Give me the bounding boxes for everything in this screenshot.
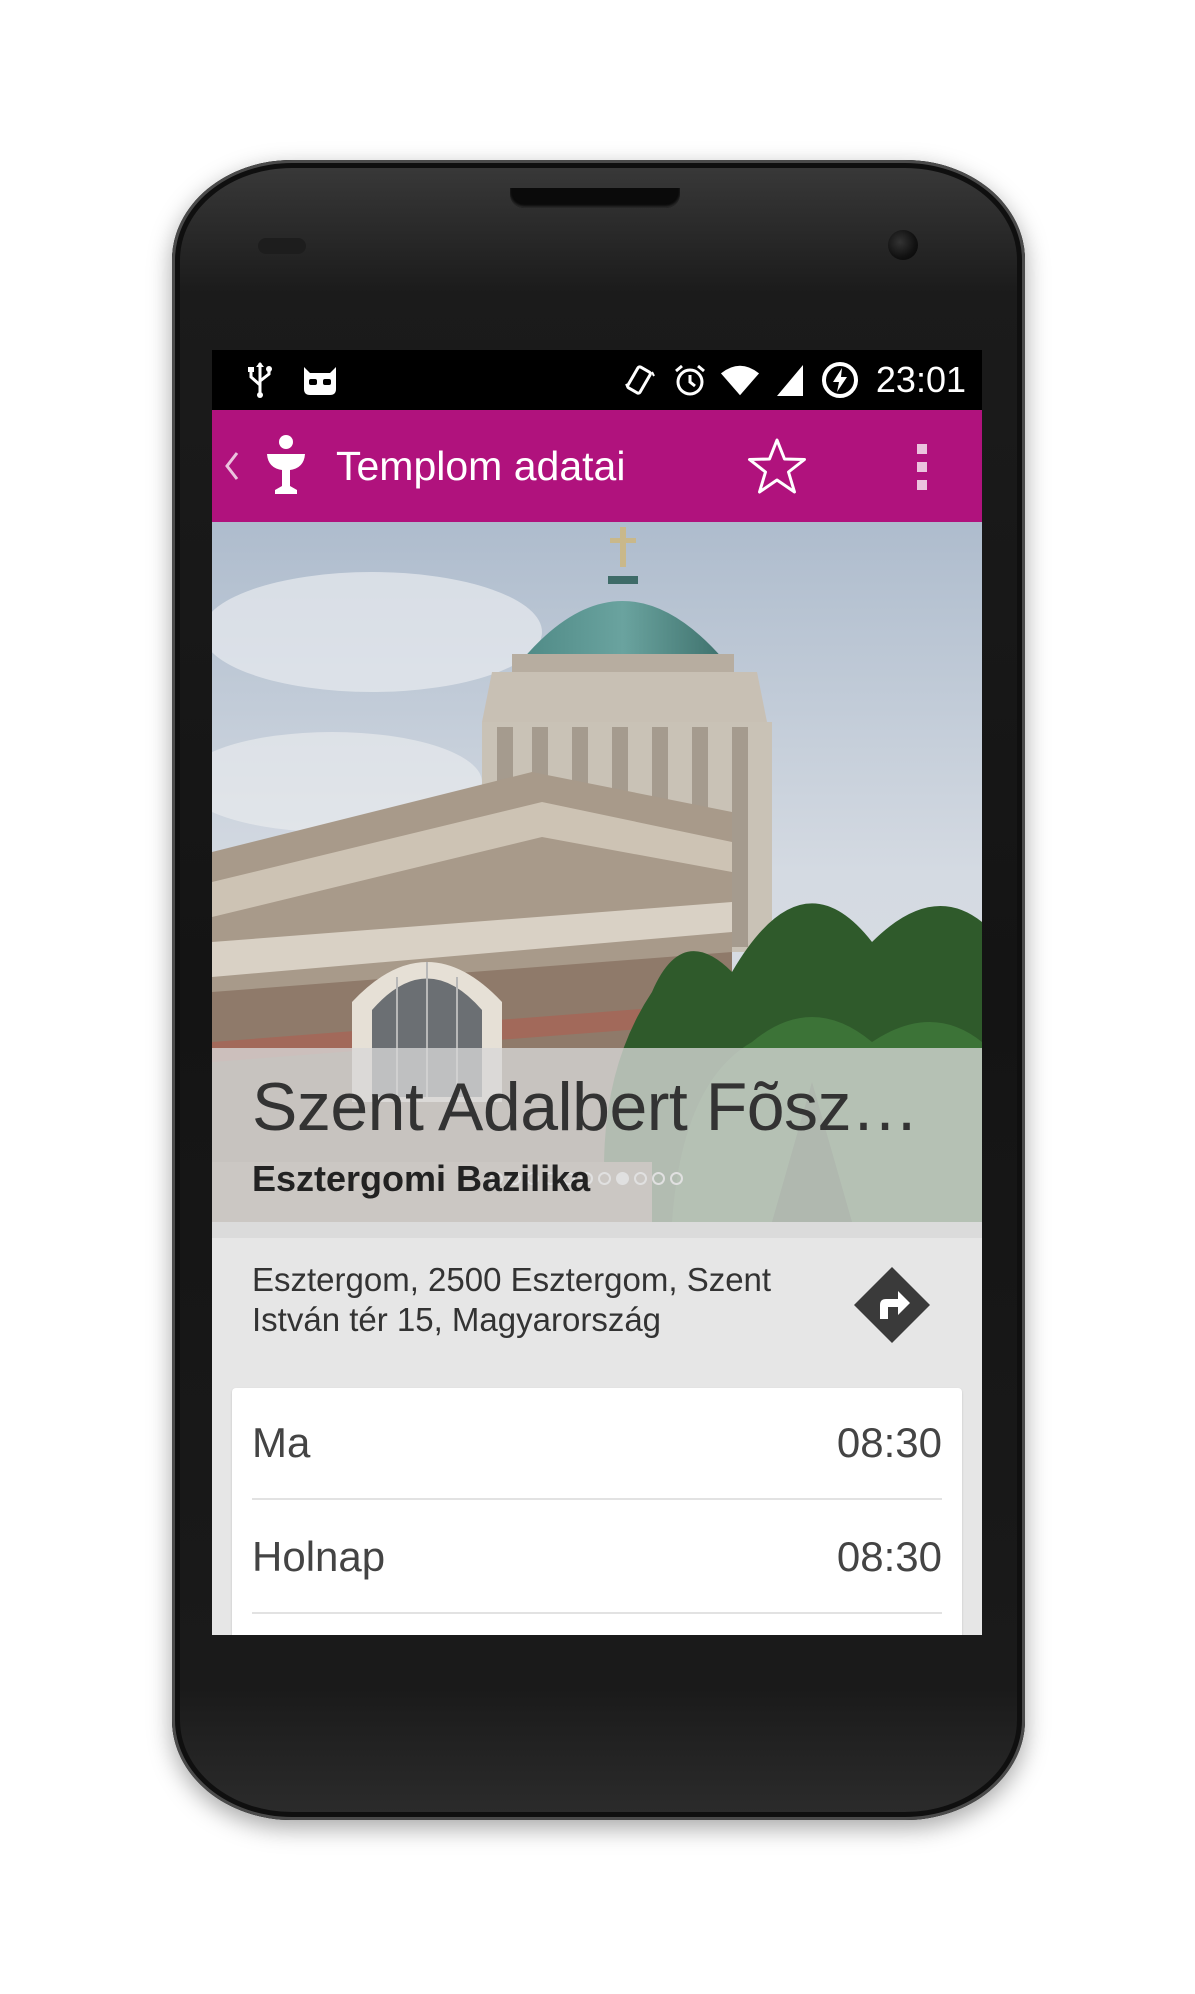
address-line-1: Esztergom, 2500 Esztergom, Szent: [252, 1261, 772, 1298]
vibrate-icon: [620, 360, 660, 400]
schedule-row[interactable]: Ma 08:30: [252, 1388, 942, 1500]
schedule-row[interactable]: Holnap 08:30: [252, 1502, 942, 1614]
mass-schedule-card: Ma 08:30 Holnap 08:30: [232, 1388, 962, 1635]
action-bar: Templom adatai: [212, 410, 982, 522]
back-chevron-icon[interactable]: [220, 410, 244, 522]
overflow-menu-icon[interactable]: [892, 432, 952, 502]
wifi-icon: [720, 360, 760, 400]
address-text: Esztergom, 2500 Esztergom, Szent István …: [252, 1260, 812, 1340]
chalice-icon[interactable]: [258, 431, 314, 501]
phone-screen: 23:01 Templom adatai Szent Adalbert Fõsz…: [212, 350, 982, 1635]
schedule-day: Holnap: [252, 1533, 386, 1580]
usb-icon: [240, 360, 280, 400]
schedule-day: Ma: [252, 1419, 311, 1466]
front-camera: [888, 230, 918, 260]
schedule-time: 08:30: [836, 1419, 942, 1466]
address-line-2: István tér 15, Magyarország: [252, 1301, 662, 1338]
schedule-time: 08:30: [836, 1533, 942, 1580]
star-outline-icon[interactable]: [742, 432, 812, 502]
place-subtitle: Esztergomi Bazilika: [252, 1158, 591, 1199]
directions-icon[interactable]: [852, 1265, 932, 1345]
battery-charging-icon: [820, 360, 860, 400]
status-time: 23:01: [875, 359, 966, 400]
earpiece-speaker: [510, 188, 680, 208]
proximity-sensor: [258, 238, 306, 254]
cyanogen-mascot-icon: [300, 360, 340, 400]
cell-signal-icon: [770, 360, 810, 400]
alarm-icon: [670, 360, 710, 400]
place-name: Szent Adalbert Fõszék...: [252, 1069, 952, 1145]
screen-title: Templom adatai: [336, 442, 626, 489]
status-bar: 23:01: [212, 350, 982, 410]
